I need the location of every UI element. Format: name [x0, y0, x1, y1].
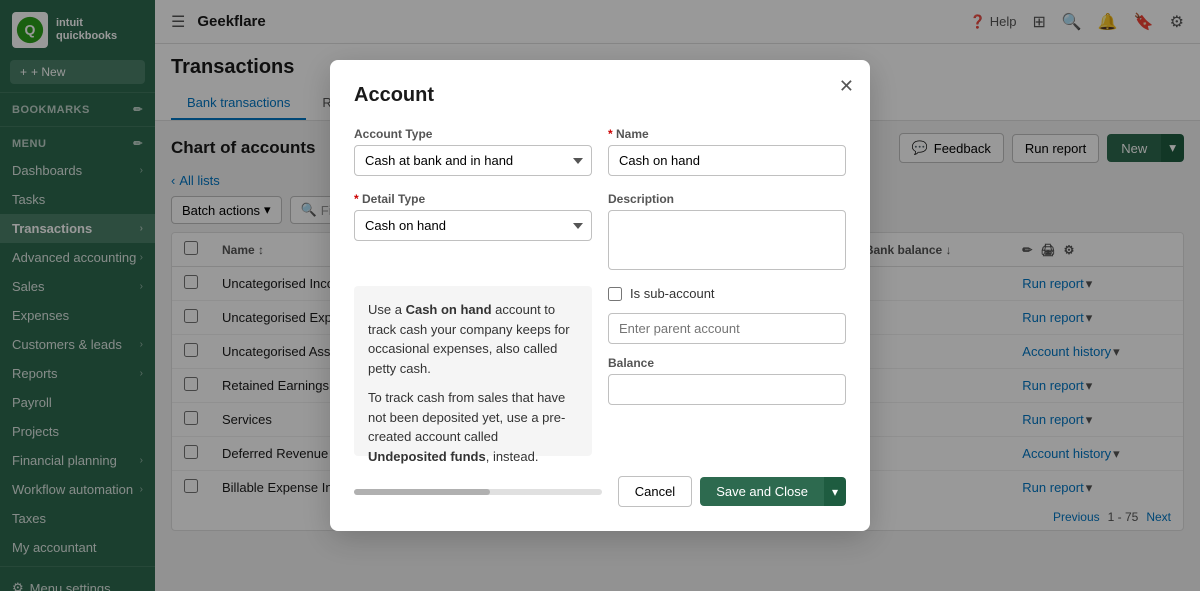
save-label: Save and Close [716, 484, 808, 499]
info-box: Use a Cash on hand account to track cash… [354, 286, 592, 456]
progress-bar-container [354, 489, 602, 495]
sub-account-row: Is sub-account [608, 286, 846, 301]
balance-group: Balance [608, 356, 846, 405]
save-button-group: Save and Close ▾ [700, 477, 846, 506]
parent-account-input[interactable] [608, 313, 846, 344]
modal-form: Account Type Cash at bank and in hand * … [354, 127, 846, 456]
description-label: Description [608, 192, 846, 206]
cancel-button[interactable]: Cancel [618, 476, 692, 507]
sub-account-label: Is sub-account [630, 286, 715, 301]
description-group: Description [608, 192, 846, 270]
description-input[interactable] [608, 210, 846, 270]
name-input[interactable] [608, 145, 846, 176]
detail-type-group: * Detail Type Cash on hand [354, 192, 592, 270]
progress-bar [354, 489, 490, 495]
info-text-2: To track cash from sales that have not b… [368, 388, 578, 466]
save-dropdown-button[interactable]: ▾ [824, 477, 846, 506]
footer-buttons: Cancel Save and Close ▾ [618, 476, 846, 507]
detail-type-select[interactable]: Cash on hand [354, 210, 592, 241]
balance-input[interactable] [608, 374, 846, 405]
save-and-close-button[interactable]: Save and Close [700, 477, 824, 506]
account-modal: ✕ Account Account Type Cash at bank and … [330, 60, 870, 531]
account-type-group: Account Type Cash at bank and in hand [354, 127, 592, 176]
name-group: * Name [608, 127, 846, 176]
sub-account-checkbox[interactable] [608, 287, 622, 301]
modal-close-button[interactable]: ✕ [839, 76, 854, 97]
account-type-select[interactable]: Cash at bank and in hand [354, 145, 592, 176]
name-label: * Name [608, 127, 846, 141]
cancel-label: Cancel [635, 484, 675, 499]
right-column: Is sub-account Balance [608, 286, 846, 456]
detail-type-label: * Detail Type [354, 192, 592, 206]
info-text-1: Use a Cash on hand account to track cash… [368, 300, 578, 378]
balance-label: Balance [608, 356, 846, 370]
modal-footer: Cancel Save and Close ▾ [354, 476, 846, 507]
account-type-label: Account Type [354, 127, 592, 141]
save-chevron-icon: ▾ [832, 485, 838, 499]
modal-title: Account [354, 84, 846, 107]
modal-overlay[interactable]: ✕ Account Account Type Cash at bank and … [0, 0, 1200, 591]
